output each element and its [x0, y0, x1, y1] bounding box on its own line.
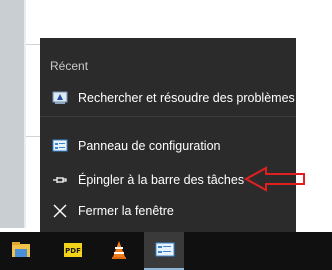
- taskbar-pdf-app[interactable]: PDF: [52, 232, 92, 270]
- taskbar-control-panel[interactable]: [144, 232, 184, 270]
- pdf-icon-label: PDF: [65, 247, 81, 255]
- pdf-icon: PDF: [63, 240, 83, 260]
- annotation-arrow: [243, 166, 305, 192]
- taskbar-vlc[interactable]: [98, 232, 138, 270]
- folder-icon: [11, 240, 31, 260]
- control-panel-icon: [155, 240, 175, 260]
- vlc-cone-icon: [109, 240, 129, 260]
- taskbar-file-explorer[interactable]: [0, 232, 40, 270]
- taskbar: PDF: [0, 232, 332, 270]
